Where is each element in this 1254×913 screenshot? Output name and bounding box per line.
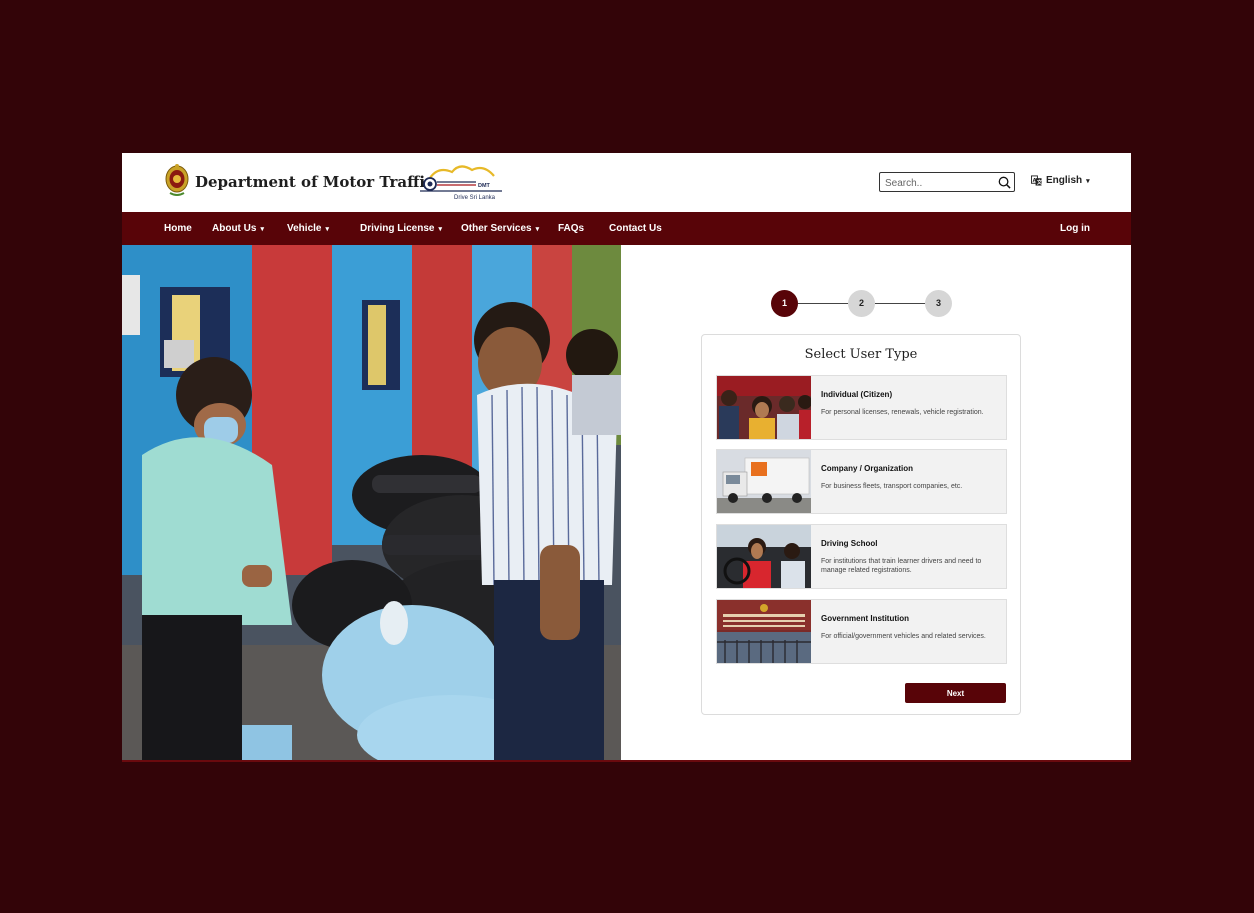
dmt-logo[interactable]: DMT Drive Sri Lanka [416, 162, 506, 202]
dmt-logo-text: DMT [478, 183, 491, 189]
option-title: Individual (Citizen) [821, 390, 893, 399]
option-description: For business fleets, transport companies… [821, 483, 963, 490]
next-button[interactable]: Next [905, 683, 1006, 703]
svg-text:文: 文 [1037, 179, 1042, 186]
nav-item-home[interactable]: Home [164, 212, 192, 245]
hero-photo-inspection [122, 245, 621, 760]
search-input[interactable] [880, 174, 993, 193]
login-label: Log in [1060, 223, 1090, 234]
nav-item-label: About Us [212, 223, 257, 234]
site-header: Department of Motor Traffic DMT Drive Sr… [122, 153, 1131, 212]
progress-stepper: 1 2 3 [771, 290, 952, 318]
nav-item-about-us[interactable]: About Us ▾ [212, 212, 264, 245]
option-driving-school[interactable]: Driving School For institutions that tra… [716, 524, 1007, 589]
nav-item-label: Vehicle [287, 223, 322, 234]
option-company[interactable]: Company / Organization For business flee… [716, 449, 1007, 514]
nav-item-faqs[interactable]: FAQs [558, 212, 584, 245]
card-title: Select User Type [804, 347, 918, 362]
user-type-card: Select User Type Individual (Citizen) Fo… [701, 334, 1021, 715]
dmt-tagline: Drive Sri Lanka [454, 195, 496, 201]
chevron-down-icon: ▾ [1086, 177, 1090, 185]
option-description: For official/government vehicles and rel… [821, 633, 986, 640]
option-description: For institutions that train learner driv… [821, 558, 982, 574]
step-connector [798, 303, 848, 304]
search-box[interactable] [879, 172, 1015, 193]
option-description: For personal licenses, renewals, vehicle… [821, 409, 984, 416]
nav-item-label: Home [164, 223, 192, 234]
company-thumbnail [717, 450, 811, 513]
translate-icon: A 文 [1031, 175, 1042, 186]
main-nav: Home About Us ▾ Vehicle ▾ Driving License ▾… [122, 212, 1131, 245]
language-selector[interactable]: A 文 English ▾ [1031, 175, 1090, 186]
search-icon[interactable] [998, 176, 1011, 189]
option-title: Government Institution [821, 614, 909, 623]
option-government[interactable]: Government Institution For official/gove… [716, 599, 1007, 664]
option-individual[interactable]: Individual (Citizen) For personal licens… [716, 375, 1007, 440]
government-thumbnail [717, 600, 811, 663]
site-title: Department of Motor Traffic [195, 173, 435, 191]
option-title: Company / Organization [821, 464, 914, 473]
individual-thumbnail [717, 376, 811, 439]
nav-item-vehicle[interactable]: Vehicle ▾ [287, 212, 329, 245]
chevron-down-icon: ▾ [535, 226, 540, 233]
driving-school-thumbnail [717, 525, 811, 588]
option-title: Driving School [821, 539, 878, 548]
chevron-down-icon: ▾ [325, 226, 329, 233]
nav-item-label: Contact Us [609, 223, 662, 234]
page-frame: Department of Motor Traffic DMT Drive Sr… [122, 153, 1131, 762]
language-label: English [1046, 175, 1083, 186]
nav-item-label: Other Services [461, 223, 532, 234]
sri-lanka-emblem-logo[interactable] [164, 162, 190, 198]
nav-item-contact-us[interactable]: Contact Us [609, 212, 662, 245]
step-connector [875, 303, 925, 304]
nav-item-label: FAQs [558, 223, 585, 234]
step-1: 1 [771, 290, 798, 317]
nav-item-label: Driving License [360, 223, 435, 234]
chevron-down-icon: ▾ [260, 226, 264, 233]
step-3: 3 [925, 290, 952, 317]
step-2: 2 [848, 290, 875, 317]
nav-item-other-services[interactable]: Other Services ▾ [461, 212, 539, 245]
nav-item-driving-license[interactable]: Driving License ▾ [360, 212, 442, 245]
login-link[interactable]: Log in [1060, 212, 1090, 245]
chevron-down-icon: ▾ [438, 226, 442, 233]
